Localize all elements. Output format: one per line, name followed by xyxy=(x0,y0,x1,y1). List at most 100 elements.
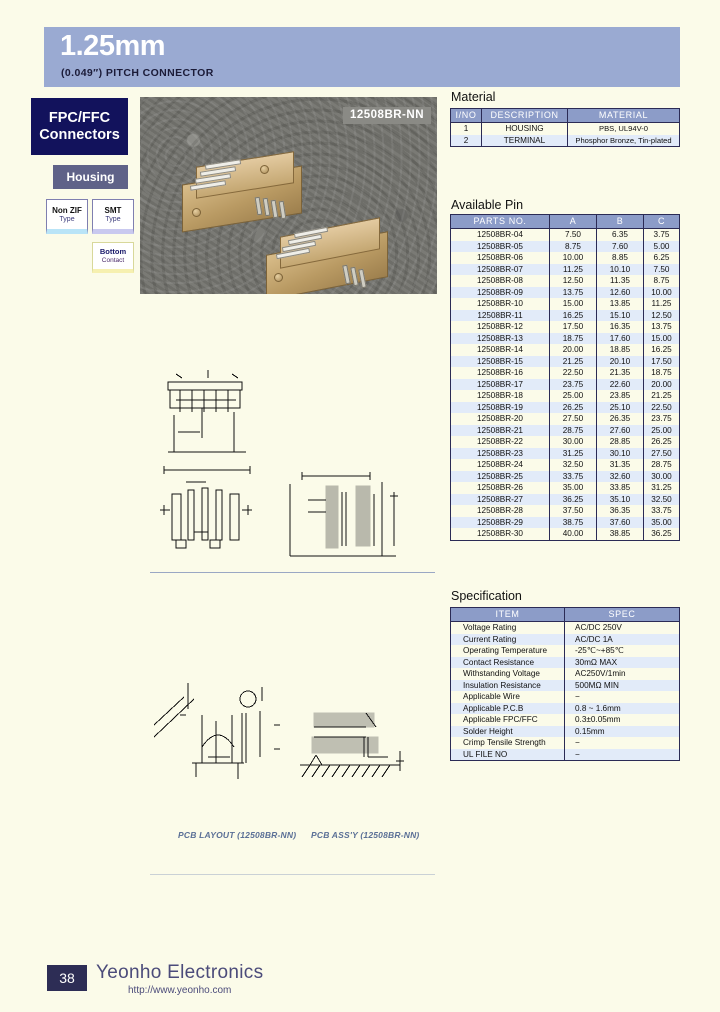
spec-col-item: ITEM xyxy=(450,607,565,622)
spec-cell-value: − xyxy=(564,691,680,703)
pin-cell-c: 23.75 xyxy=(643,413,680,425)
available-pin-title: Available Pin xyxy=(451,198,524,212)
pin-cell-parts-no: 12508BR-12 xyxy=(450,321,550,333)
material-cell-material: PBS, UL94V-0 xyxy=(567,122,680,135)
pin-cell-a: 22.50 xyxy=(549,367,597,379)
sidebar-type-nonzif: Non ZIF Type xyxy=(46,199,88,234)
table-row: 12508BR-29 38.75 37.60 35.00 xyxy=(450,516,680,528)
table-row: 12508BR-28 37.50 36.35 33.75 xyxy=(450,505,680,517)
company-url[interactable]: http://www.yeonho.com xyxy=(128,985,231,996)
pin-cell-b: 31.35 xyxy=(596,459,644,471)
pin-cell-c: 5.00 xyxy=(643,240,680,252)
pin-cell-c: 36.25 xyxy=(643,528,680,541)
sidebar-type-smt: SMT Type xyxy=(92,199,134,234)
pin-cell-parts-no: 12508BR-27 xyxy=(450,493,550,505)
drawing-divider-lower xyxy=(150,874,435,875)
sidebar-family-badge: FPC/FFC Connectors xyxy=(31,98,128,155)
sidebar-type-row: Non ZIF Type SMT Type xyxy=(46,199,134,234)
pin-cell-b: 21.35 xyxy=(596,367,644,379)
smt-label-line1: SMT xyxy=(104,205,122,215)
pin-cell-a: 21.25 xyxy=(549,355,597,367)
sidebar-housing-badge: Housing xyxy=(53,165,128,189)
available-pin-header-row: PARTS NO. A B C xyxy=(450,214,680,229)
pin-cell-b: 35.10 xyxy=(596,493,644,505)
pin-cell-c: 27.50 xyxy=(643,447,680,459)
pin-cell-b: 22.60 xyxy=(596,378,644,390)
spec-cell-item: Contact Resistance xyxy=(450,656,565,668)
pin-cell-a: 25.00 xyxy=(549,390,597,402)
photo-part-label: 12508BR-NN xyxy=(342,107,431,124)
table-row: Applicable P.C.B 0.8 ~ 1.6mm xyxy=(450,702,680,714)
page-title: 1.25mm xyxy=(60,30,166,62)
material-body: 1 HOUSING PBS, UL94V-0 2 TERMINAL Phosph… xyxy=(450,122,680,147)
table-row: 12508BR-20 27.50 26.35 23.75 xyxy=(450,413,680,425)
table-row: UL FILE NO − xyxy=(450,748,680,761)
pin-cell-a: 23.75 xyxy=(549,378,597,390)
pin-cell-c: 20.00 xyxy=(643,378,680,390)
pin-cell-parts-no: 12508BR-10 xyxy=(450,298,550,310)
pin-cell-parts-no: 12508BR-09 xyxy=(450,286,550,298)
table-row: Contact Resistance 30mΩ MAX xyxy=(450,656,680,668)
pin-cell-a: 26.25 xyxy=(549,401,597,413)
pin-cell-parts-no: 12508BR-11 xyxy=(450,309,550,321)
pin-cell-b: 10.10 xyxy=(596,263,644,275)
pin-cell-a: 16.25 xyxy=(549,309,597,321)
drawing-divider-upper xyxy=(150,572,435,573)
pin-cell-c: 8.75 xyxy=(643,275,680,287)
pin-cell-a: 18.75 xyxy=(549,332,597,344)
dimension-drawings-bottom xyxy=(153,683,404,779)
pin-cell-c: 16.25 xyxy=(643,344,680,356)
pin-cell-parts-no: 12508BR-13 xyxy=(450,332,550,344)
spec-cell-item: Applicable Wire xyxy=(450,691,565,703)
pin-cell-parts-no: 12508BR-21 xyxy=(450,424,550,436)
material-header-row: I/NO DESCRIPTION MATERIAL xyxy=(450,108,680,123)
pin-cell-b: 36.35 xyxy=(596,505,644,517)
pin-cell-parts-no: 12508BR-28 xyxy=(450,505,550,517)
pin-cell-b: 32.60 xyxy=(596,470,644,482)
pin-cell-c: 17.50 xyxy=(643,355,680,367)
pin-cell-c: 25.00 xyxy=(643,424,680,436)
pin-cell-a: 32.50 xyxy=(549,459,597,471)
pin-cell-c: 15.00 xyxy=(643,332,680,344)
table-row: 12508BR-07 11.25 10.10 7.50 xyxy=(450,263,680,275)
pin-cell-parts-no: 12508BR-15 xyxy=(450,355,550,367)
pin-cell-parts-no: 12508BR-08 xyxy=(450,275,550,287)
pin-cell-a: 31.25 xyxy=(549,447,597,459)
specification-body: Voltage Rating AC/DC 250V Current Rating AC… xyxy=(450,621,680,761)
pin-cell-a: 7.50 xyxy=(549,228,597,241)
pin-cell-parts-no: 12508BR-04 xyxy=(450,228,550,241)
table-row: 12508BR-18 25.00 23.85 21.25 xyxy=(450,390,680,402)
sidebar-family-line1: FPC/FFC xyxy=(48,109,111,126)
table-row: Applicable FPC/FFC 0.3±0.05mm xyxy=(450,714,680,726)
pin-cell-a: 35.00 xyxy=(549,482,597,494)
pin-cell-c: 33.75 xyxy=(643,505,680,517)
table-row: 12508BR-13 18.75 17.60 15.00 xyxy=(450,332,680,344)
page-number: 38 xyxy=(47,965,87,991)
table-row: 1 HOUSING PBS, UL94V-0 xyxy=(450,122,680,135)
spec-cell-item: UL FILE NO xyxy=(450,748,565,761)
pin-cell-b: 16.35 xyxy=(596,321,644,333)
pin-cell-b: 17.60 xyxy=(596,332,644,344)
pin-cell-a: 13.75 xyxy=(549,286,597,298)
pin-cell-c: 35.00 xyxy=(643,516,680,528)
smt-label-line2: Type xyxy=(105,215,121,223)
connector-lower xyxy=(258,215,408,294)
pin-cell-b: 20.10 xyxy=(596,355,644,367)
spec-cell-value: AC/DC 1A xyxy=(564,633,680,645)
table-row: 12508BR-30 40.00 38.85 36.25 xyxy=(450,528,680,541)
pin-col-b: B xyxy=(596,214,644,229)
table-row: 12508BR-19 26.25 25.10 22.50 xyxy=(450,401,680,413)
pin-cell-a: 20.00 xyxy=(549,344,597,356)
spec-cell-value: 0.3±0.05mm xyxy=(564,714,680,726)
pin-cell-b: 6.35 xyxy=(596,228,644,241)
table-row: 12508BR-21 28.75 27.60 25.00 xyxy=(450,424,680,436)
spec-cell-item: Applicable P.C.B xyxy=(450,702,565,714)
material-title: Material xyxy=(451,90,496,104)
specification-table: ITEM SPEC Voltage Rating AC/DC 250V Curren… xyxy=(450,607,680,761)
pin-cell-c: 26.25 xyxy=(643,436,680,448)
material-cell-description: TERMINAL xyxy=(481,134,568,147)
pin-cell-parts-no: 12508BR-06 xyxy=(450,252,550,264)
sidebar-family-line2: Connectors xyxy=(39,126,120,143)
pin-cell-b: 37.60 xyxy=(596,516,644,528)
pin-cell-a: 8.75 xyxy=(549,240,597,252)
